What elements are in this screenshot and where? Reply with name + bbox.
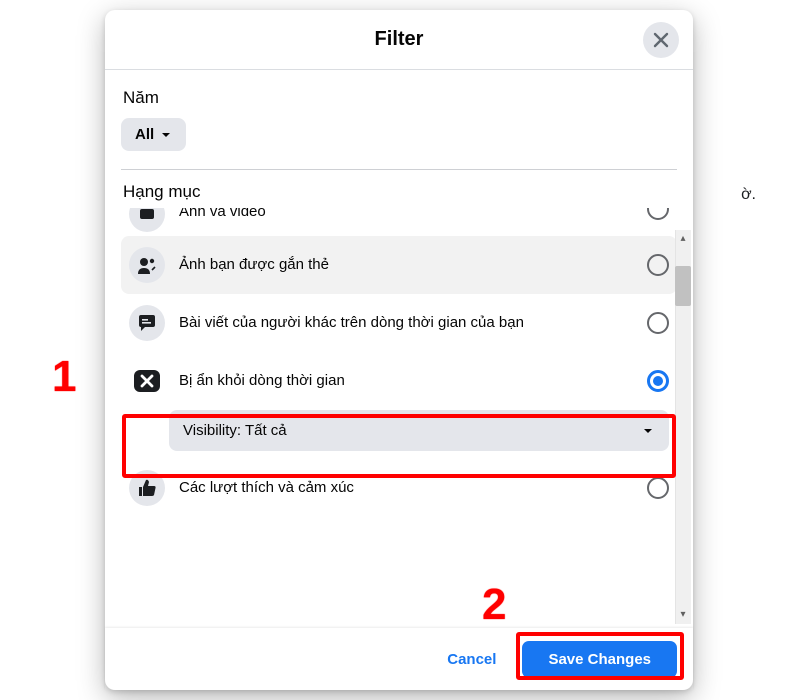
photo-video-icon xyxy=(129,208,165,232)
radio-unselected[interactable] xyxy=(647,254,669,276)
category-item-photos-videos[interactable]: Ảnh và video xyxy=(121,208,677,236)
category-item-label: Ảnh và video xyxy=(179,208,633,222)
category-item-likes-reactions[interactable]: Các lượt thích và cảm xúc xyxy=(121,459,677,517)
year-dropdown[interactable]: All xyxy=(121,118,186,151)
scroll-down-arrow[interactable]: ▾ xyxy=(677,608,689,622)
year-selected-label: All xyxy=(135,126,154,143)
close-icon xyxy=(651,30,671,50)
modal-header: Filter xyxy=(105,10,693,70)
filter-modal: Filter Năm All Hạng mục Ảnh và video xyxy=(105,10,693,690)
close-button[interactable] xyxy=(643,22,679,58)
scroll-up-arrow[interactable]: ▴ xyxy=(677,232,689,246)
background-stray-text: ờ. xyxy=(741,186,756,204)
caret-down-icon xyxy=(641,424,655,438)
year-section-label: Năm xyxy=(123,88,677,108)
hidden-icon xyxy=(129,363,165,399)
radio-unselected[interactable] xyxy=(647,312,669,334)
category-item-others-posts[interactable]: Bài viết của người khác trên dòng thời g… xyxy=(121,294,677,352)
category-item-label: Các lượt thích và cảm xúc xyxy=(179,478,633,498)
category-item-hidden[interactable]: Bị ẩn khỏi dòng thời gian xyxy=(121,352,677,410)
modal-footer: Cancel Save Changes xyxy=(105,628,693,690)
annotation-number-2: 2 xyxy=(482,580,506,630)
modal-title: Filter xyxy=(375,28,424,51)
category-item-label: Bị ẩn khỏi dòng thời gian xyxy=(179,371,633,391)
category-item-label: Ảnh bạn được gắn thẻ xyxy=(179,255,633,275)
modal-body: Năm All Hạng mục Ảnh và video Ảnh bạn đư… xyxy=(105,70,693,628)
visibility-dropdown[interactable]: Visibility: Tất cả xyxy=(169,410,669,451)
save-button[interactable]: Save Changes xyxy=(522,641,677,678)
cancel-button[interactable]: Cancel xyxy=(429,641,514,678)
category-item-label: Bài viết của người khác trên dòng thời g… xyxy=(179,313,633,333)
scrollbar-thumb[interactable] xyxy=(675,266,691,306)
people-tag-icon xyxy=(129,247,165,283)
comment-icon xyxy=(129,305,165,341)
like-icon xyxy=(129,470,165,506)
radio-unselected[interactable] xyxy=(647,477,669,499)
visibility-label: Visibility: Tất cả xyxy=(183,422,287,439)
annotation-number-1: 1 xyxy=(52,352,76,402)
category-section-label: Hạng mục xyxy=(123,182,677,202)
section-divider xyxy=(121,169,677,170)
category-list: Ảnh và video Ảnh bạn được gắn thẻ Bài vi… xyxy=(121,208,677,517)
caret-down-icon xyxy=(160,129,172,141)
radio-selected[interactable] xyxy=(647,370,669,392)
radio-unselected[interactable] xyxy=(647,208,669,220)
category-item-tagged-photos[interactable]: Ảnh bạn được gắn thẻ xyxy=(121,236,677,294)
